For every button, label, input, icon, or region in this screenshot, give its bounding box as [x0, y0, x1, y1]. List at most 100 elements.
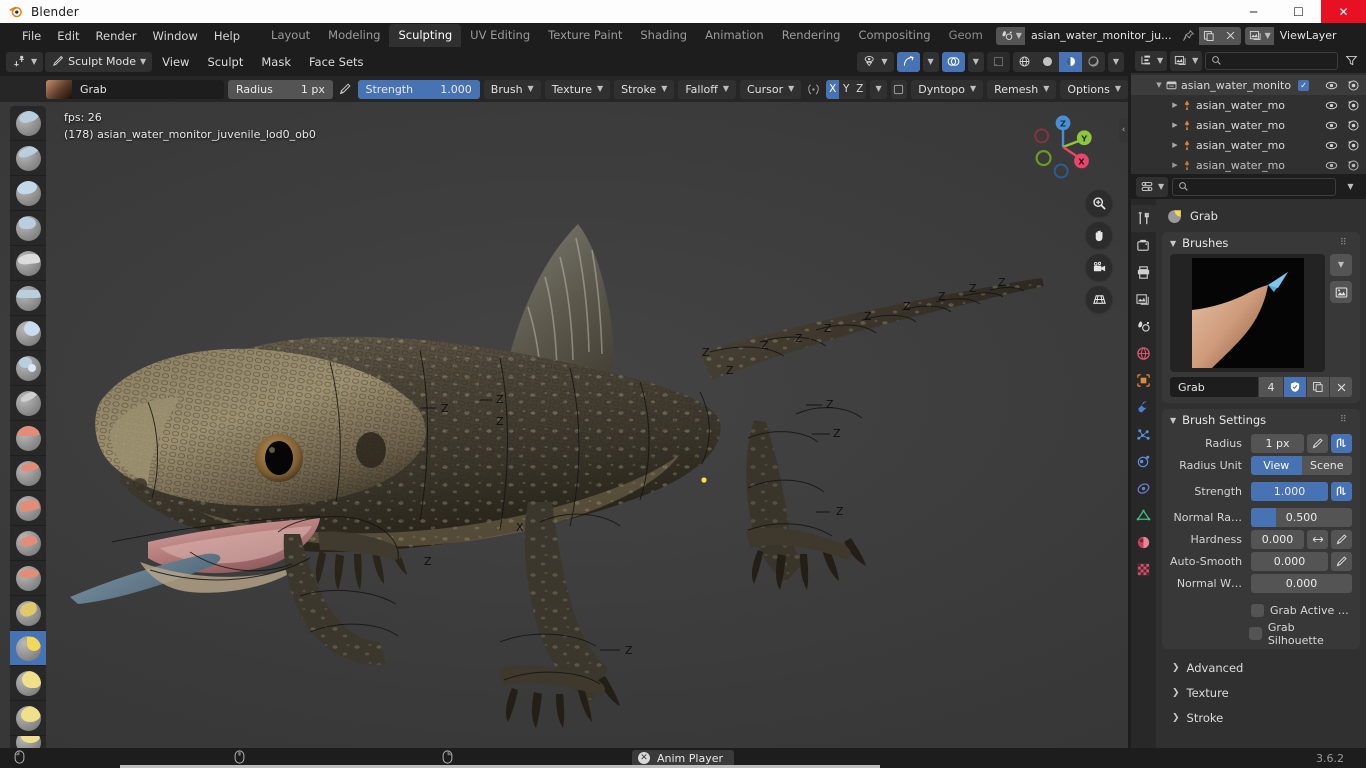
tool-draw-sharp[interactable]: [10, 141, 46, 176]
radius-unit-view-button[interactable]: View: [1251, 456, 1302, 475]
viewlayer-name-field[interactable]: ViewLayer: [1273, 26, 1366, 45]
workspace-tab-layout[interactable]: Layout: [262, 24, 319, 47]
viewport-menu-face-sets[interactable]: Face Sets: [301, 53, 372, 71]
tool-multiplane-scrape[interactable]: [10, 561, 46, 596]
brush-settings-panel-header[interactable]: ▼ Brush Settings ⠿: [1162, 409, 1360, 431]
tool-clay-strips[interactable]: [10, 211, 46, 246]
tool-blob[interactable]: [10, 351, 46, 386]
expand-triangle-icon[interactable]: ▼: [1153, 81, 1165, 89]
view-axis-gizmo[interactable]: Z Y X: [1026, 110, 1100, 184]
outliner-row-object[interactable]: ▶ asian_water_mo: [1131, 155, 1366, 174]
gizmo-options-dropdown[interactable]: ▼: [922, 51, 939, 72]
radius-value-field[interactable]: 1 px: [1251, 434, 1304, 453]
texture-dropdown[interactable]: Texture ▼: [544, 79, 611, 99]
menu-window[interactable]: Window: [144, 26, 205, 46]
menu-help[interactable]: Help: [206, 26, 248, 46]
workspace-tab-animation[interactable]: Animation: [696, 24, 773, 47]
tool-clay-thumb[interactable]: [10, 246, 46, 281]
grid-ortho-icon-button[interactable]: [1086, 286, 1112, 312]
normal-radius-slider[interactable]: 0.500: [1251, 508, 1352, 527]
symmetry-y-toggle[interactable]: Y: [839, 79, 853, 99]
camera-render-icon[interactable]: [1347, 99, 1360, 112]
properties-tab-output[interactable]: [1131, 259, 1156, 286]
xray-toggle[interactable]: [986, 51, 1010, 72]
brush-fake-user-toggle[interactable]: [1284, 377, 1306, 397]
camera-render-icon[interactable]: [1347, 79, 1360, 92]
expand-triangle-icon[interactable]: ▶: [1169, 141, 1181, 149]
overlays-options-dropdown[interactable]: ▼: [967, 51, 984, 72]
viewport-menu-mask[interactable]: Mask: [253, 53, 299, 71]
tool-layer[interactable]: [10, 281, 46, 316]
radius-unified-toggle[interactable]: [1331, 434, 1352, 453]
cursor-dropdown[interactable]: Cursor ▼: [740, 79, 802, 99]
symmetry-options-dropdown[interactable]: ▼: [870, 79, 887, 99]
auto-smooth-pressure-toggle[interactable]: [1331, 552, 1352, 571]
radius-unit-scene-button[interactable]: Scene: [1301, 456, 1352, 475]
outliner-search-input[interactable]: [1205, 51, 1338, 70]
collection-checkbox[interactable]: ✓: [1298, 79, 1310, 91]
outliner-row-object[interactable]: ▶ asian_water_mo: [1131, 135, 1366, 155]
brush-users-count[interactable]: 4: [1259, 377, 1283, 397]
outliner-filter-button[interactable]: [1341, 51, 1362, 70]
shading-rendered-button[interactable]: [1081, 51, 1105, 72]
workspace-tab-sculpting[interactable]: Sculpting: [389, 24, 462, 47]
eye-icon[interactable]: [1325, 79, 1338, 92]
properties-search-input[interactable]: [1172, 177, 1336, 196]
3d-viewport[interactable]: Z Z X Z Z Z Z Z Z Z Z Z Z Z Z Z Z Z Z fp…: [0, 102, 1128, 748]
tool-flatten[interactable]: [10, 456, 46, 491]
close-button[interactable]: ✕: [1321, 0, 1366, 23]
eye-icon[interactable]: [1325, 139, 1338, 152]
outliner-row-collection[interactable]: ▼ asian_water_monito ✓: [1131, 75, 1366, 95]
tool-clay[interactable]: [10, 176, 46, 211]
show-gizmo-toggle[interactable]: [896, 51, 920, 72]
eye-icon[interactable]: [1325, 159, 1338, 172]
symmetry-z-toggle[interactable]: Z: [852, 79, 867, 99]
show-overlays-toggle[interactable]: [941, 51, 965, 72]
stroke-dropdown[interactable]: Stroke ▼: [614, 79, 675, 99]
close-circle-icon[interactable]: ✕: [638, 752, 650, 764]
camera-render-icon[interactable]: [1347, 159, 1360, 172]
strength-unified-toggle[interactable]: [1331, 482, 1352, 501]
scene-new-button[interactable]: [1198, 26, 1220, 45]
subpanel-stroke[interactable]: ❯ Stroke: [1156, 705, 1366, 730]
tool-scrape[interactable]: [10, 526, 46, 561]
properties-tab-texture[interactable]: [1131, 556, 1156, 583]
shading-options-dropdown[interactable]: ▼: [1107, 51, 1124, 72]
normal-weight-field[interactable]: 0.000: [1251, 574, 1352, 593]
radius-pressure-toggle[interactable]: [337, 80, 354, 99]
viewport-menu-sculpt[interactable]: Sculpt: [199, 53, 251, 71]
brush-unlink-button[interactable]: [1330, 377, 1352, 397]
grab-silhouette-row[interactable]: Grab Silhouette: [1170, 621, 1352, 647]
viewport-sidebar-toggle[interactable]: ‹: [1119, 118, 1128, 142]
scene-name-field[interactable]: asian_water_monitor_ju...: [1024, 26, 1178, 45]
strength-slider[interactable]: 1.000: [1251, 482, 1328, 501]
brush-datablock-name[interactable]: Grab: [1170, 377, 1258, 397]
panel-expand-triangle-icon[interactable]: ▼: [1170, 239, 1176, 248]
properties-tab-tool[interactable]: [1131, 205, 1156, 232]
scene-browse-button[interactable]: ▼: [995, 26, 1025, 45]
shading-material-preview-button[interactable]: [1058, 51, 1082, 72]
pan-hand-icon-button[interactable]: [1086, 222, 1112, 248]
tool-pinch[interactable]: [10, 596, 46, 631]
menu-file[interactable]: File: [14, 26, 49, 46]
tool-elastic-deform[interactable]: [10, 666, 46, 701]
expand-triangle-icon[interactable]: ▶: [1169, 121, 1181, 129]
workspace-tab-compositing[interactable]: Compositing: [849, 24, 939, 47]
expand-triangle-icon[interactable]: ▶: [1169, 161, 1181, 169]
zoom-icon-button[interactable]: [1086, 190, 1112, 216]
anim-player-taskbar-item[interactable]: ✕ Anim Player: [632, 749, 734, 767]
outliner-row-object[interactable]: ▶ asian_water_mo: [1131, 95, 1366, 115]
shading-solid-button[interactable]: [1035, 51, 1059, 72]
auto-smooth-field[interactable]: 0.000: [1251, 552, 1328, 571]
scene-unlink-button[interactable]: [1219, 26, 1241, 45]
scene-pin-button[interactable]: [1178, 27, 1199, 45]
dyntopo-toggle[interactable]: [890, 79, 908, 99]
brush-preview-image-button[interactable]: [1330, 281, 1352, 303]
tool-fill[interactable]: [10, 491, 46, 526]
properties-tab-object[interactable]: [1131, 367, 1156, 394]
dyntopo-dropdown[interactable]: Dyntopo ▼: [911, 79, 984, 99]
brush-preview-box[interactable]: [1170, 254, 1325, 372]
remesh-dropdown[interactable]: Remesh ▼: [987, 79, 1057, 99]
subpanel-advanced[interactable]: ❯ Advanced: [1156, 655, 1366, 680]
radius-pressure-toggle[interactable]: [1307, 434, 1328, 453]
